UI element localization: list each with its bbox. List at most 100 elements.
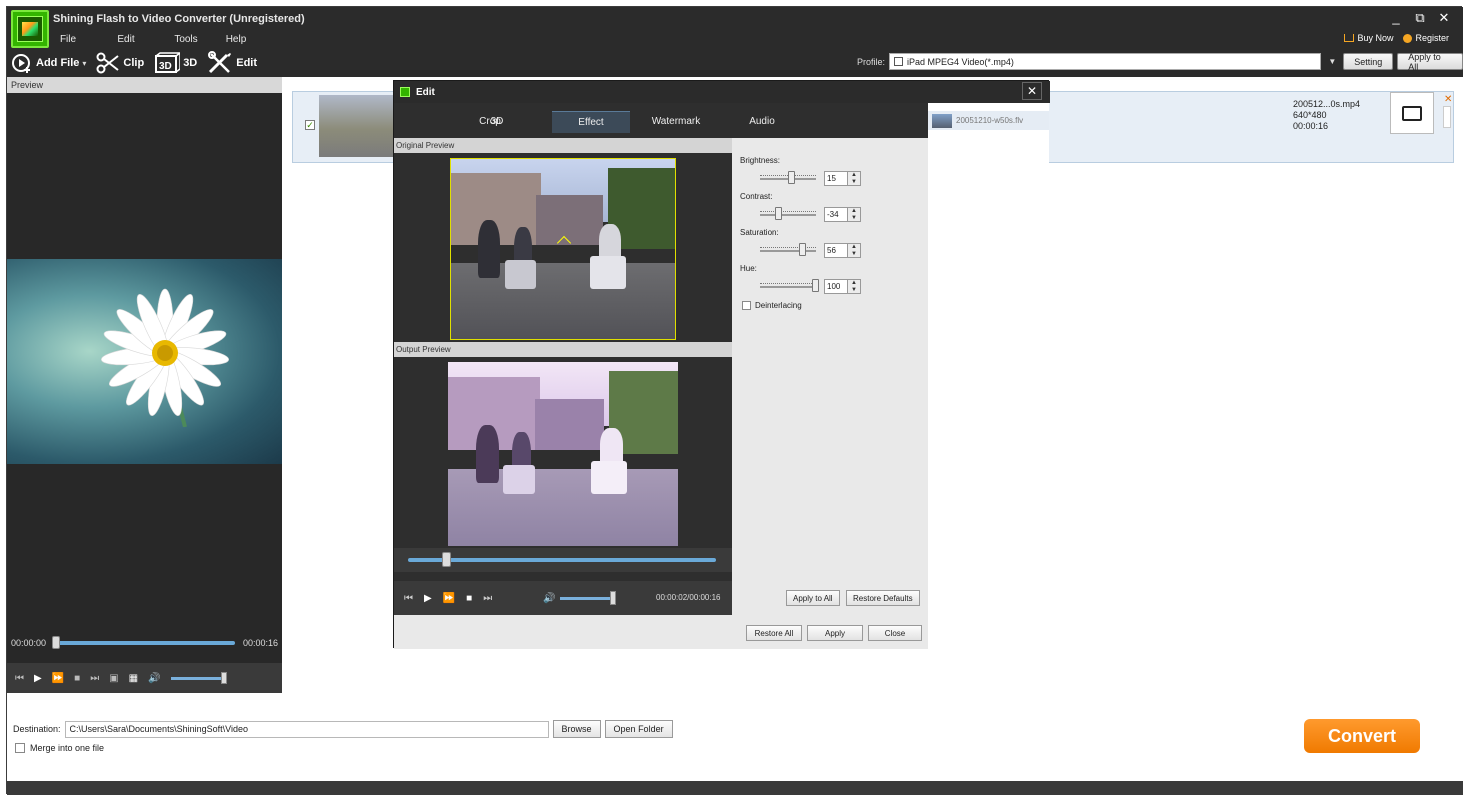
dialog-previous-icon[interactable]: ⏮ [404,593,413,604]
merge-checkbox[interactable] [15,743,25,753]
edit-button[interactable]: Edit [207,51,257,75]
hue-handle[interactable] [812,279,819,292]
contrast-slider[interactable] [760,214,816,216]
convert-button[interactable]: Convert [1304,719,1420,753]
edit-dialog-footer: Restore All Apply Close [394,615,928,649]
merge-label: Merge into one file [30,743,105,753]
saturation-spinner[interactable]: ▲ ▼ [847,243,861,258]
deinterlacing-label: Deinterlacing [755,301,802,310]
tab-effect[interactable]: Effect [552,111,630,133]
app-title: Shining Flash to Video Converter (Unregi… [53,13,305,25]
merge-row: Merge into one file [15,743,104,753]
dialog-seek-handle[interactable] [442,552,451,567]
brightness-handle[interactable] [788,171,795,184]
preview-volume-slider[interactable] [170,671,227,684]
browse-button[interactable]: Browse [552,720,601,738]
tab-crop[interactable]: Crop [428,111,552,133]
file-output-info: 200512...0s.mp4 640*480 00:00:16 [1293,99,1360,132]
dialog-play-icon[interactable]: ▶ [424,593,432,604]
3d-button[interactable]: 3D 3D [154,52,197,74]
hue-spinner[interactable]: ▲ ▼ [847,279,861,294]
profile-value: iPad MPEG4 Video(*.mp4) [907,56,1014,67]
tab-watermark[interactable]: Watermark [630,111,722,133]
play-icon[interactable]: ▶ [34,673,42,684]
cart-icon [1344,34,1355,42]
dropdown-arrow-icon[interactable]: ▾ [82,59,86,68]
clip-button[interactable]: Clip [96,52,144,74]
dialog-seek-bar[interactable] [408,558,716,562]
volume-icon[interactable]: 🔊 [148,673,160,684]
preview-time-end: 00:00:16 [242,638,278,648]
edit-file-item[interactable]: 20051210-w50s.flv [928,111,1049,130]
dialog-stop-icon[interactable]: ■ [466,593,472,604]
profile-select[interactable]: iPad MPEG4 Video(*.mp4) [889,53,1322,70]
profile-row: Profile: iPad MPEG4 Video(*.mp4) ▼ Setti… [857,52,1463,72]
tab-audio[interactable]: Audio [722,111,802,133]
folder-icon[interactable]: ▦ [129,673,138,684]
app-logo-icon [11,10,49,48]
wrench-screwdriver-icon [208,51,232,74]
register-link[interactable]: Register [1403,33,1449,43]
dialog-volume-icon[interactable]: 🔊 [543,593,555,604]
dialog-fast-forward-icon[interactable]: ⏩ [443,593,455,604]
dialog-close-icon[interactable]: ✕ [1022,82,1042,100]
saturation-value[interactable]: 56 [824,243,848,258]
edit-file-thumbnail [932,113,952,128]
preview-seek-handle[interactable] [52,636,61,649]
title-bar: Shining Flash to Video Converter (Unregi… [7,7,1463,77]
contrast-handle[interactable] [775,207,782,220]
main-toolbar: Add File ▾ Clip 3D 3D Edit [11,51,267,75]
deinterlacing-checkbox[interactable] [742,301,751,310]
hue-label: Hue: [740,264,757,273]
fast-forward-icon[interactable]: ⏩ [52,673,64,684]
next-icon[interactable]: ⏭ [90,673,99,684]
dialog-next-icon[interactable]: ⏭ [483,593,492,604]
menu-file[interactable]: File [53,34,83,45]
minimize-button[interactable]: _ [1389,10,1403,26]
restore-button[interactable]: ⧉ [1413,10,1427,26]
preview-seek-bar[interactable] [52,636,235,649]
contrast-value[interactable]: -34 [824,207,848,222]
hue-slider[interactable] [760,286,816,288]
saturation-slider[interactable] [760,250,816,252]
brightness-spinner[interactable]: ▲ ▼ [847,171,861,186]
edit-label: Edit [236,57,258,69]
restore-defaults-button[interactable]: Restore Defaults [846,590,920,606]
destination-input[interactable]: C:\Users\Sara\Documents\ShiningSoft\Vide… [64,720,549,738]
window-controls: _ ⧉ ✕ [1389,10,1451,26]
apply-to-all-button[interactable]: Apply to All [1397,52,1463,72]
3d-cube-icon: 3D [155,52,181,73]
setting-button[interactable]: Setting [1343,53,1394,70]
output-device-button[interactable] [1390,92,1434,134]
dialog-volume-slider[interactable] [560,597,616,600]
output-resolution: 640*480 [1293,110,1327,120]
menu-edit[interactable]: Edit [101,34,151,45]
saturation-handle[interactable] [799,243,806,256]
file-list-scrollbar[interactable] [1443,106,1451,128]
svg-text:3D: 3D [159,61,172,72]
restore-all-button[interactable]: Restore All [746,625,802,641]
scissors-icon [96,52,120,74]
destination-label: Destination: [13,724,61,734]
stop-icon[interactable]: ■ [74,673,80,684]
brightness-value[interactable]: 15 [824,171,848,186]
snapshot-camera-icon[interactable]: ▣ [109,673,118,684]
file-checkbox[interactable]: ✓ [305,120,315,130]
hue-value[interactable]: 100 [824,279,848,294]
close-window-button[interactable]: ✕ [1437,10,1451,26]
contrast-spinner[interactable]: ▲ ▼ [847,207,861,222]
menu-help[interactable]: Help [211,34,261,45]
effect-apply-to-all-button[interactable]: Apply to All [786,590,840,606]
buy-now-link[interactable]: Buy Now [1344,33,1393,43]
preview-volume-handle[interactable] [220,671,227,684]
open-folder-button[interactable]: Open Folder [604,720,673,738]
remove-file-icon[interactable]: ✕ [1444,94,1452,105]
profile-dropdown-icon[interactable]: ▼ [1325,53,1339,70]
close-button[interactable]: Close [868,625,922,641]
previous-icon[interactable]: ⏮ [15,673,24,684]
menu-tools[interactable]: Tools [161,34,211,45]
dialog-volume-handle[interactable] [610,591,616,605]
preview-header: Preview [7,77,282,93]
add-file-button[interactable]: Add File ▾ [11,52,86,74]
apply-button[interactable]: Apply [807,625,863,641]
